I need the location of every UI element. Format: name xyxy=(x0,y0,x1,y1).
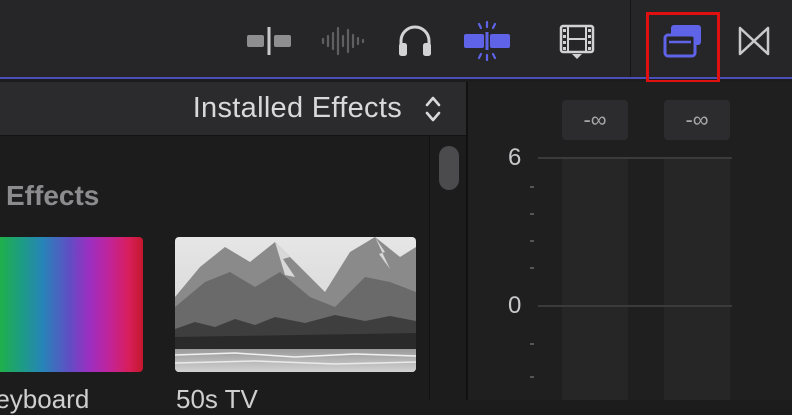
transitions-browser-button[interactable] xyxy=(734,18,774,64)
meter-scale-line-0 xyxy=(538,305,732,307)
waveform-icon xyxy=(321,26,365,56)
meter-tick xyxy=(530,213,534,215)
audio-meters-panel xyxy=(466,82,792,400)
browser-scrollbar-thumb[interactable] xyxy=(439,146,459,190)
meter-channel-left xyxy=(562,157,628,400)
toolbar xyxy=(0,0,792,83)
section-heading: Effects xyxy=(6,180,100,211)
effect-thumbnail-50s-tv[interactable] xyxy=(175,237,416,372)
meter-scale-label-0: 0 xyxy=(508,292,522,319)
peak-indicator-left[interactable]: -∞ xyxy=(562,100,628,140)
audio-monitor-button[interactable] xyxy=(395,18,435,64)
selection-highlight-box xyxy=(646,12,720,83)
clip-appearance-button[interactable] xyxy=(556,18,598,64)
snapping-icon xyxy=(464,21,510,61)
clip-trim-button[interactable] xyxy=(244,18,294,64)
meter-tick xyxy=(530,267,534,269)
updown-chevron-icon[interactable] xyxy=(424,94,442,124)
category-popup-label[interactable]: Installed Effects xyxy=(193,92,402,125)
clip-split-icon xyxy=(247,27,291,55)
mountain-landscape-image xyxy=(175,237,416,372)
filmstrip-icon xyxy=(559,24,595,59)
meter-tick xyxy=(530,376,534,378)
meter-tick xyxy=(530,343,534,345)
headphones-icon xyxy=(399,25,431,56)
meter-tick xyxy=(530,186,534,188)
browser-scroll-divider xyxy=(429,136,430,400)
audio-skimming-button[interactable] xyxy=(318,18,368,64)
meter-scale-line-6 xyxy=(538,157,732,159)
snapping-button[interactable] xyxy=(462,18,512,64)
effects-browser-header: Installed Effects xyxy=(0,82,466,136)
meter-scale-label-6: 6 xyxy=(508,144,522,171)
peak-indicator-right[interactable]: -∞ xyxy=(664,100,730,140)
meter-tick xyxy=(530,240,534,242)
effect-thumbnail-keyboard[interactable] xyxy=(0,237,143,372)
meter-channel-right xyxy=(664,157,730,400)
bowtie-icon xyxy=(738,26,770,56)
toolbar-separator xyxy=(630,0,631,77)
